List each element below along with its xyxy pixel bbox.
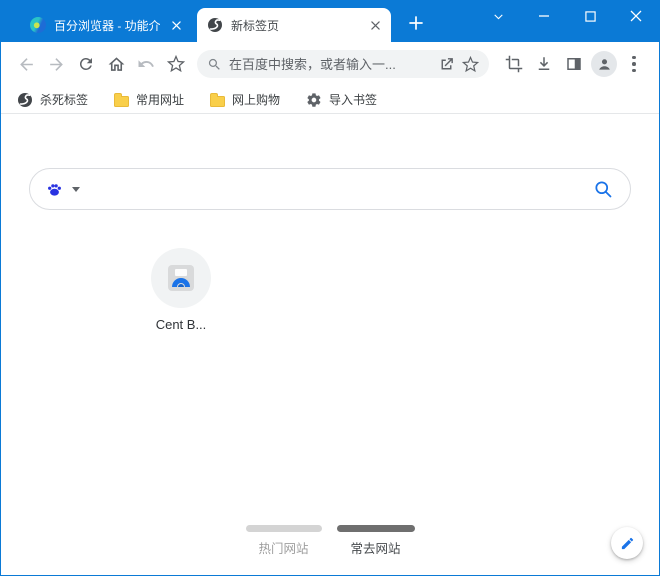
menu-button[interactable] <box>619 49 649 79</box>
tab-title: 新标签页 <box>231 18 280 33</box>
folder-icon <box>114 93 130 107</box>
titlebar: 百分浏览器 - 功能介绍 新标签页 <box>1 0 659 42</box>
search-icon <box>208 58 220 70</box>
cent-browser-favicon <box>168 265 194 291</box>
maximize-icon <box>584 10 596 22</box>
pager-label: 常去网站 <box>350 542 401 556</box>
minimize-button[interactable] <box>521 0 567 32</box>
globe-icon <box>18 92 32 107</box>
reload-button[interactable] <box>71 49 101 79</box>
bookmark-star-icon <box>167 55 185 73</box>
maximize-button[interactable] <box>567 0 613 32</box>
edit-tiles-button[interactable] <box>611 527 643 559</box>
window-controls <box>475 0 659 32</box>
newtab-search-input[interactable] <box>86 181 587 197</box>
pager-frequent-sites[interactable]: 常去网站 <box>336 525 415 557</box>
bookmark-this-tab-button[interactable] <box>161 49 191 79</box>
pager-hot-sites[interactable]: 热门网站 <box>245 525 322 557</box>
pager-bar[interactable] <box>245 525 322 532</box>
bookmark-star-icon[interactable] <box>462 55 479 73</box>
screenshot-button[interactable] <box>499 49 529 79</box>
site-tile-cent-browser[interactable]: Cent B... <box>137 248 225 332</box>
downloads-button[interactable] <box>529 49 559 79</box>
side-panel-icon <box>567 58 581 70</box>
bookmark-label: 导入书签 <box>329 93 378 107</box>
close-icon <box>630 10 642 22</box>
pencil-edit-icon <box>621 537 633 549</box>
share-icon[interactable] <box>438 56 455 73</box>
search-submit-icon[interactable] <box>593 179 614 200</box>
forward-icon <box>49 57 63 71</box>
omnibox[interactable] <box>197 50 489 78</box>
forward-button[interactable] <box>41 49 71 79</box>
folder-icon <box>210 93 226 107</box>
tab-strip: 百分浏览器 - 功能介绍 新标签页 <box>20 0 429 42</box>
baidu-paw-icon[interactable] <box>46 181 63 198</box>
bookmark-import-bookmarks[interactable]: 导入书签 <box>306 91 377 108</box>
new-tab-button[interactable] <box>403 10 429 36</box>
new-tab-page: Cent B... 热门网站 常去网站 <box>1 114 659 575</box>
pager-label: 热门网站 <box>258 542 309 556</box>
profile-button[interactable] <box>589 49 619 79</box>
bookmark-folder-online-shopping[interactable]: 网上购物 <box>210 91 280 108</box>
bookmark-label: 常用网址 <box>136 93 185 107</box>
close-window-button[interactable] <box>613 0 659 32</box>
new-tab-globe-icon <box>208 18 222 32</box>
tile-label: Cent B... <box>155 317 207 332</box>
download-icon <box>538 57 550 70</box>
back-icon <box>19 57 33 71</box>
pager-bar[interactable] <box>336 525 415 532</box>
tab-close-icon[interactable] <box>168 17 184 33</box>
screenshot-crop-icon <box>505 55 523 73</box>
tab-list-button[interactable] <box>475 0 521 32</box>
bookmark-label: 网上购物 <box>232 93 281 107</box>
gear-icon <box>307 92 321 107</box>
tab-cent-intro[interactable]: 百分浏览器 - 功能介绍 <box>20 8 192 42</box>
newtab-pager: 热门网站 常去网站 <box>1 525 659 557</box>
undo-icon <box>138 60 154 67</box>
boss-key-panel-button[interactable] <box>559 49 589 79</box>
tab-new-tab[interactable]: 新标签页 <box>197 8 391 42</box>
chevron-down-icon <box>493 13 503 19</box>
avatar <box>591 51 617 77</box>
omnibox-input[interactable] <box>229 56 431 72</box>
plus-icon <box>409 16 423 30</box>
bookmark-folder-common-sites[interactable]: 常用网址 <box>114 91 184 108</box>
reopen-closed-tab-button[interactable] <box>131 49 161 79</box>
reload-icon <box>79 57 92 70</box>
cent-browser-logo-icon <box>30 17 46 33</box>
bookmark-kill-tabs[interactable]: 杀死标签 <box>17 91 88 108</box>
back-button[interactable] <box>11 49 41 79</box>
tab-close-icon[interactable] <box>367 17 383 33</box>
home-icon <box>108 56 124 71</box>
bookmark-label: 杀死标签 <box>40 93 89 107</box>
search-engine-caret-down-icon[interactable] <box>72 186 80 192</box>
toolbar <box>1 42 659 86</box>
tile-icon-circle <box>151 248 211 308</box>
home-button[interactable] <box>101 49 131 79</box>
tab-title: 百分浏览器 - 功能介绍 <box>54 18 160 33</box>
bookmarks-bar: 杀死标签 常用网址 网上购物 导入书签 <box>1 86 659 114</box>
minimize-icon <box>539 15 549 17</box>
profile-icon <box>598 58 610 70</box>
menu-dots-icon <box>632 55 636 73</box>
newtab-search-box[interactable] <box>29 168 631 210</box>
browser-window: 百分浏览器 - 功能介绍 新标签页 <box>0 0 660 576</box>
